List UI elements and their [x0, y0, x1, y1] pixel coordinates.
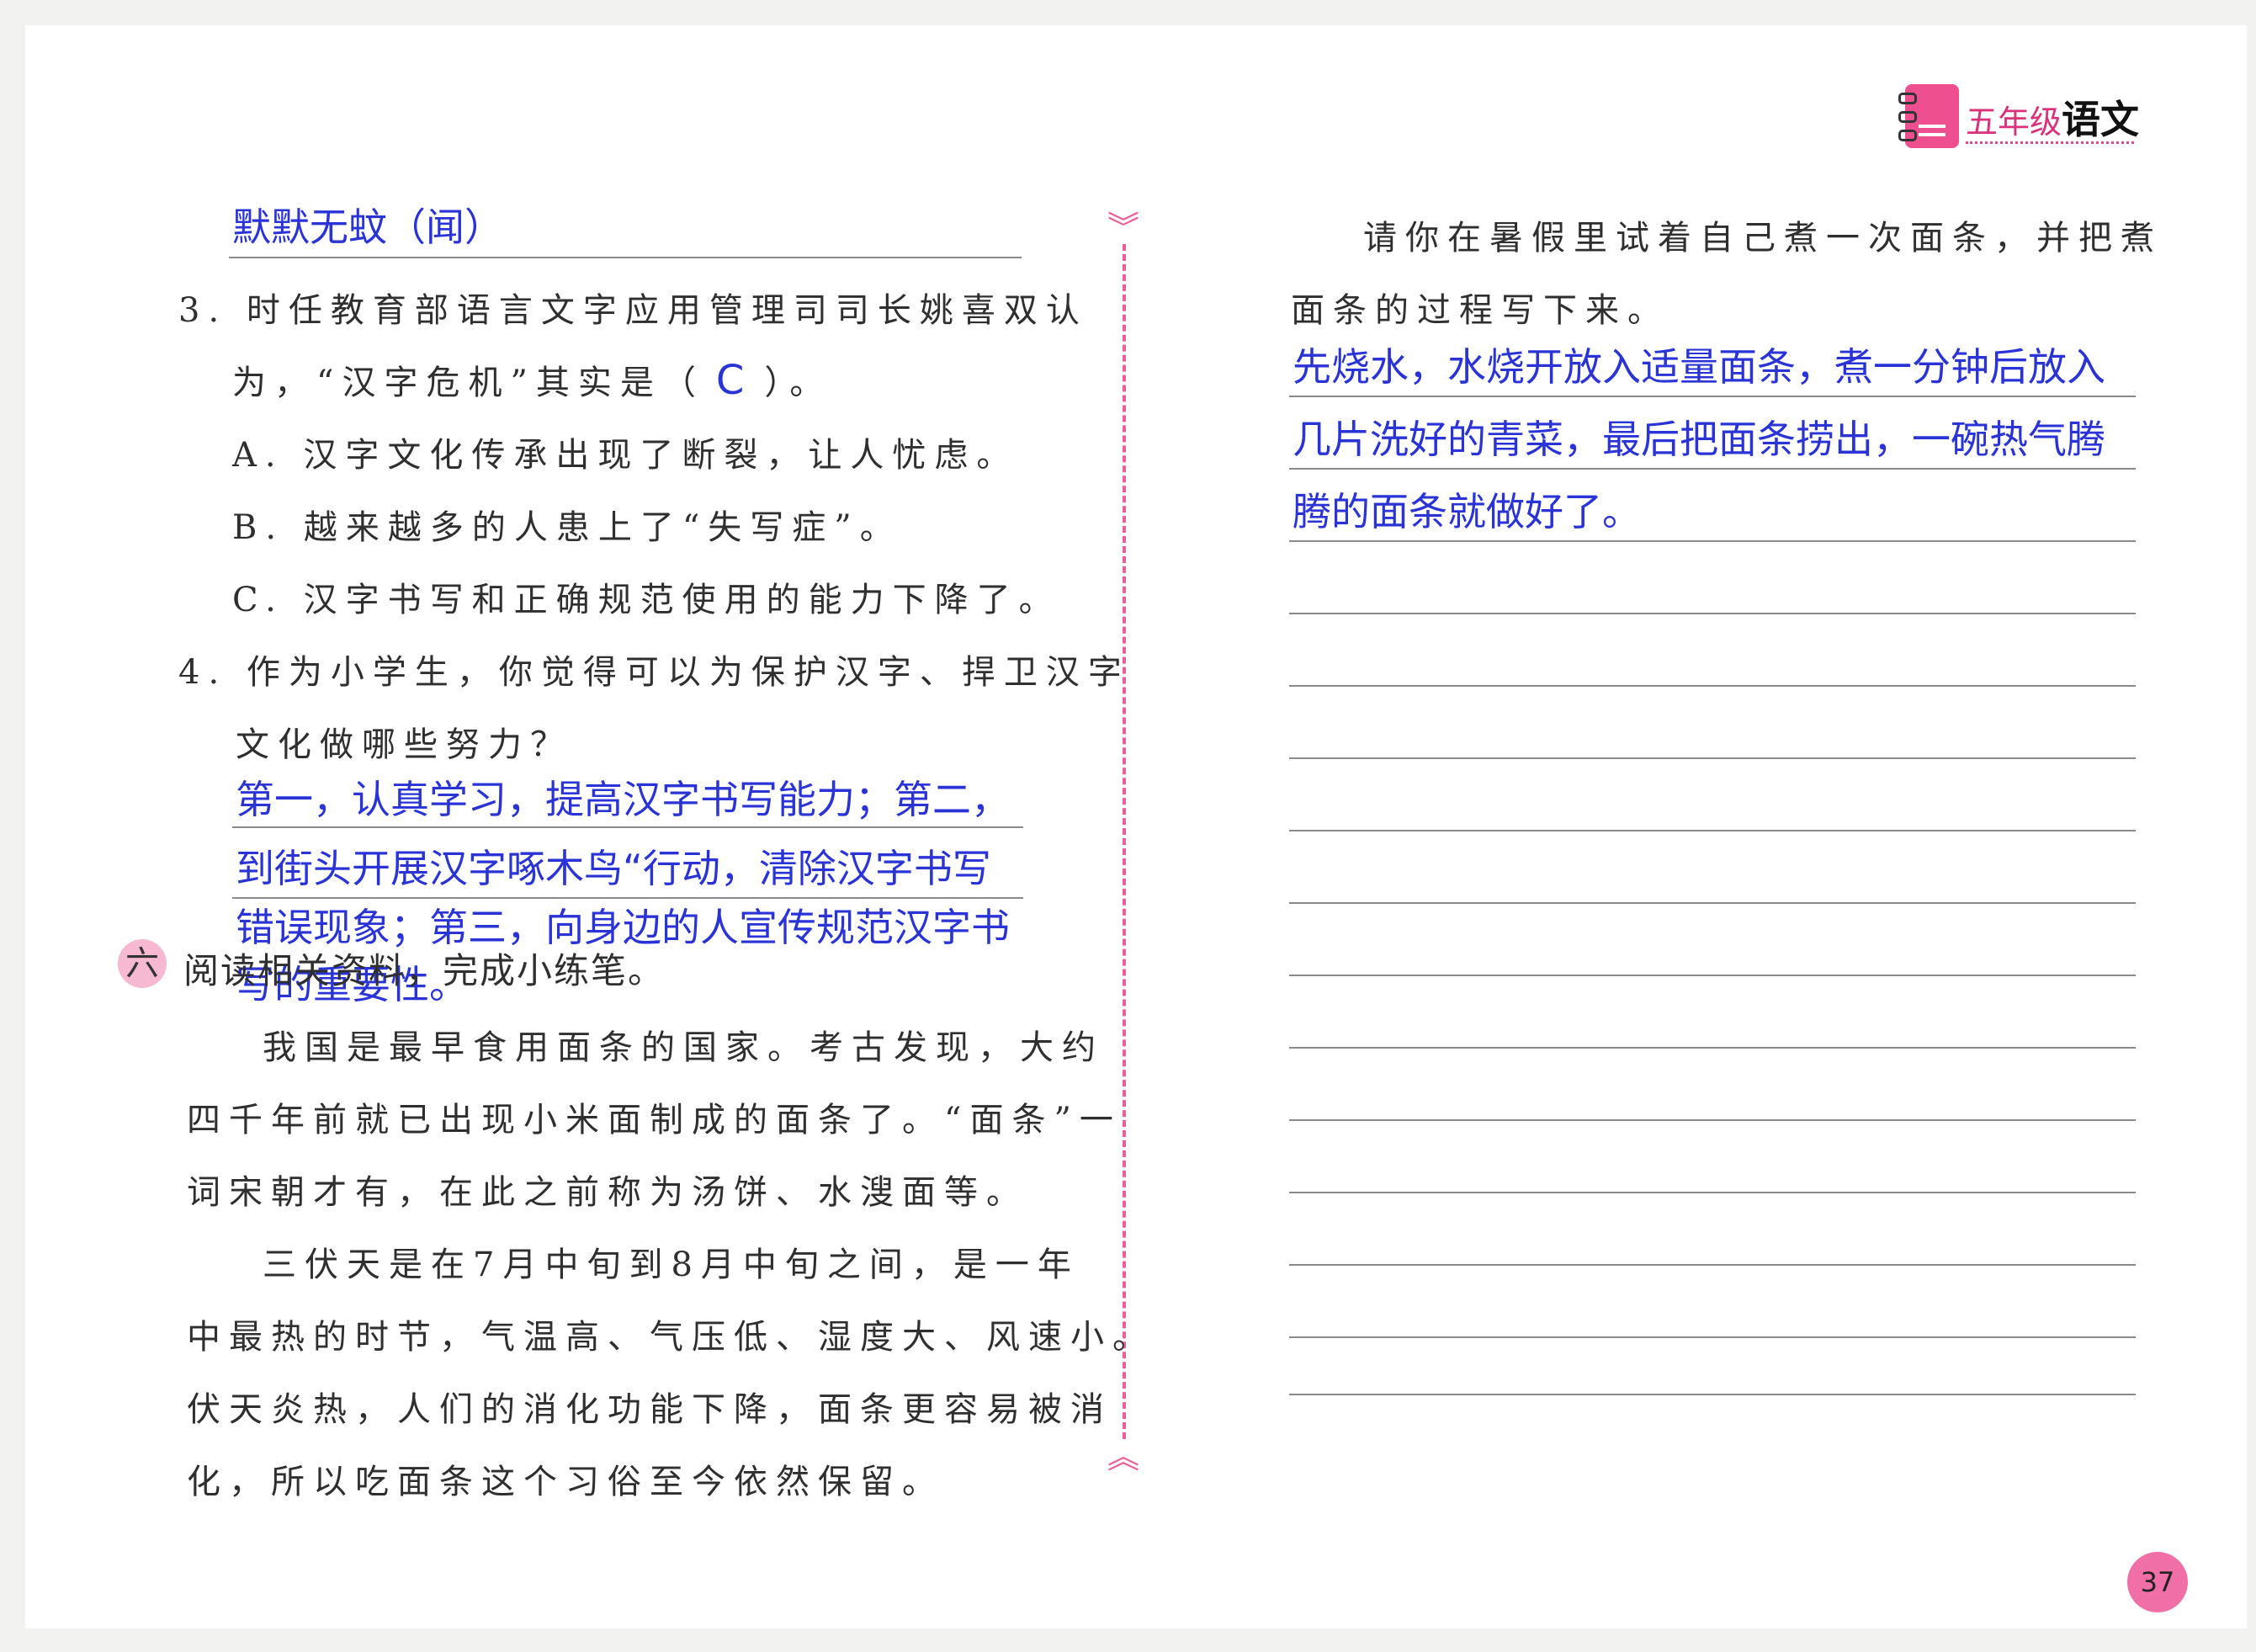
question-4-answer-line: 第一，认真学习，提高汉字书写能力；第二，	[236, 777, 1010, 822]
book-title: 五年级语文	[1966, 89, 2139, 145]
option-c: C. 汉字书写和正确规范使用的能力下降了。	[232, 581, 1061, 619]
writing-line	[1289, 1047, 2136, 1049]
option-b: B. 越来越多的人患上了“失写症”。	[232, 508, 902, 547]
writing-line	[1289, 1192, 2136, 1193]
question-3-suffix: ）。	[764, 364, 832, 402]
writing-line	[1289, 1394, 2136, 1395]
writing-line	[1289, 613, 2136, 614]
writing-line	[1289, 540, 2136, 542]
writing-line	[1289, 1264, 2136, 1266]
answer-line	[229, 257, 1022, 258]
ring-icon	[1898, 93, 1917, 104]
writing-line	[1289, 685, 2136, 687]
page-number: 37	[2127, 1552, 2188, 1612]
notebook-icon	[1898, 84, 1959, 148]
writing-line	[1289, 902, 2136, 904]
question-3-line-1: 3. 时任教育部语言文字应用管理司司长姚喜双认	[178, 291, 1088, 330]
writing-line	[1289, 975, 2136, 976]
writing-line	[1289, 1119, 2136, 1121]
prompt-line: 面条的过程写下来。	[1291, 291, 1669, 330]
composition-answer-line: 几片洗好的青菜，最后把面条捞出，一碗热气腾	[1293, 417, 2105, 462]
question-3-answer: C	[715, 357, 753, 404]
question-4-answer-line: 到街头开展汉字啄木鸟“行动，清除汉字书写	[236, 846, 991, 891]
subject-label: 语文	[2062, 97, 2140, 142]
reading-line: 词宋朝才有，在此之前称为汤饼、水溲面等。	[187, 1173, 1028, 1212]
question-3-line-2: 为，“汉字危机”其实是（ C ）。	[232, 355, 831, 404]
prev-answer: 默默无蚊（闻）	[232, 205, 503, 250]
reading-line: 中最热的时节，气温高、气压低、湿度大、风速小。	[187, 1318, 1155, 1357]
writing-line	[1289, 396, 2136, 397]
prompt-line: 请你在暑假里试着自己煮一次面条，并把煮	[1363, 219, 2163, 258]
header-dotted-rule	[1966, 141, 2134, 144]
writing-line	[1289, 468, 2136, 470]
writing-line	[1289, 757, 2136, 759]
section-badge: 六	[118, 939, 167, 988]
reading-line: 三伏天是在7月中旬到8月中旬之间，是一年	[263, 1246, 1080, 1284]
workbook-page: 五年级语文 ︾ ︽ 默默无蚊（闻） 3. 时任教育部语言文字应用管理司司长姚喜双…	[0, 0, 2256, 1652]
reading-line: 伏天炎热，人们的消化功能下降，面条更容易被消	[187, 1390, 1112, 1429]
section-6-title: 阅读相关资料，完成小练笔。	[183, 950, 666, 991]
chevron-down-icon: ︾	[1107, 210, 1140, 247]
ring-icon	[1898, 130, 1917, 141]
composition-answer-line: 腾的面条就做好了。	[1293, 489, 1641, 534]
question-4-line-2: 文化做哪些努力？	[236, 725, 572, 764]
reading-line: 化，所以吃面条这个习俗至今依然保留。	[187, 1463, 944, 1501]
question-4-line-1: 4. 作为小学生，你觉得可以为保护汉字、捍卫汉字	[178, 653, 1130, 692]
writing-line	[1289, 1336, 2136, 1338]
reading-line: 我国是最早食用面条的国家。考古发现，大约	[263, 1028, 1104, 1067]
composition-answer-line: 先烧水，水烧开放入适量面条，煮一分钟后放入	[1293, 344, 2105, 390]
option-a: A. 汉字文化传承出现了断裂，让人忧虑。	[232, 436, 1019, 475]
grade-label: 五年级	[1966, 104, 2062, 141]
reading-line: 四千年前就已出现小米面制成的面条了。“面条”一	[187, 1101, 1122, 1139]
writing-line	[1289, 830, 2136, 831]
answer-line	[232, 826, 1023, 828]
page-divider	[1123, 244, 1126, 1439]
question-3-prefix: 为，“汉字危机”其实是（	[232, 364, 704, 402]
ring-icon	[1898, 111, 1917, 123]
chevron-up-icon: ︽	[1107, 1438, 1140, 1475]
